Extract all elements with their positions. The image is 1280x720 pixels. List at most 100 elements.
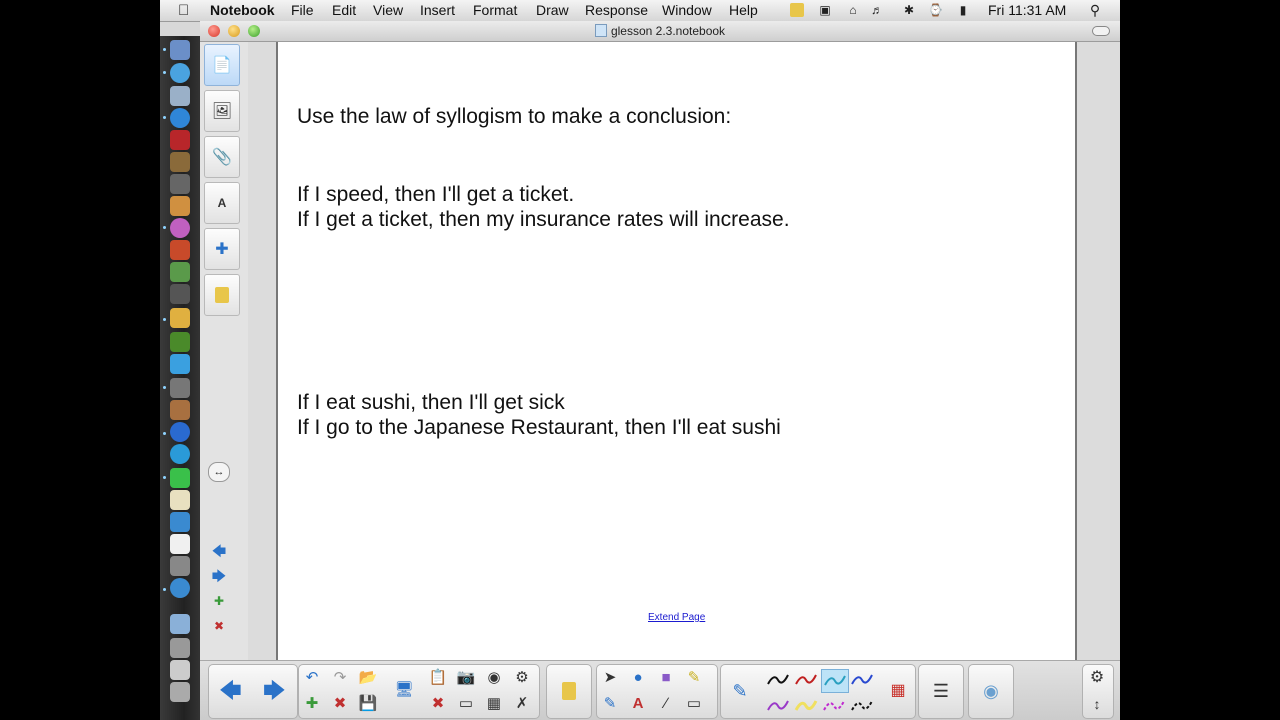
open-file-button[interactable]: 📂 (357, 667, 379, 689)
notebook-page[interactable]: Use the law of syllogism to make a concl… (276, 42, 1077, 660)
iphoto-icon[interactable] (170, 308, 190, 328)
delete-page-button[interactable]: ✖ (329, 693, 351, 715)
redo-button[interactable]: ↷ (329, 667, 351, 689)
activity-icon[interactable] (170, 378, 190, 398)
color-palette-button[interactable]: ▦ (887, 680, 909, 702)
menu-window[interactable]: Window (662, 2, 712, 18)
undo-button[interactable]: ↶ (301, 667, 323, 689)
menu-response[interactable]: Response (585, 2, 648, 18)
volume-icon[interactable]: ♬ (870, 3, 884, 17)
response-button[interactable] (558, 680, 580, 702)
pen-tool-button[interactable]: ✎ (729, 680, 751, 702)
calculator-icon[interactable] (170, 240, 190, 260)
tab-attachments[interactable]: 📎 (204, 136, 240, 178)
utility-icon[interactable] (170, 400, 190, 420)
next-page-icon[interactable]: 🡆 (210, 569, 228, 583)
magic-pen-button[interactable]: ✎ (599, 693, 621, 715)
battery-icon[interactable]: ▮ (956, 3, 970, 17)
safari-icon[interactable] (170, 63, 190, 83)
pen-black-button[interactable] (765, 669, 791, 691)
menu-app-name[interactable]: Notebook (210, 2, 275, 18)
highlighter-tool-button[interactable]: ✎ (683, 667, 705, 689)
apple-icon[interactable]:  (178, 2, 189, 19)
screen-shade-button[interactable]: 🖥 (393, 679, 415, 701)
add-page-button[interactable]: ✚ (301, 693, 323, 715)
skype-icon[interactable] (170, 468, 190, 488)
wifi-icon[interactable]: ⌚ (928, 3, 943, 17)
next-page-button[interactable]: 🡆 (263, 680, 286, 702)
app-icon-blue[interactable] (170, 354, 190, 374)
globe-icon[interactable] (170, 578, 190, 598)
document-icon[interactable] (170, 534, 190, 554)
pen-blue-button[interactable] (849, 669, 875, 691)
imovie-icon[interactable] (170, 174, 190, 194)
word-icon[interactable] (170, 512, 190, 532)
tab-page-sorter[interactable]: 📄 (204, 44, 240, 86)
menu-insert[interactable]: Insert (420, 2, 455, 18)
screen-capture-button[interactable]: 📷 (455, 667, 477, 689)
finder-icon[interactable] (170, 40, 190, 60)
trash-icon[interactable] (170, 682, 190, 702)
insert-table-button[interactable]: ▦ (483, 693, 505, 715)
delete-button[interactable]: ✖ (427, 693, 449, 715)
photos-icon[interactable] (170, 152, 190, 172)
line-style-button[interactable]: ☰ (930, 680, 952, 702)
mail-icon[interactable] (170, 86, 190, 106)
move-toolbar-button[interactable]: ↕ (1086, 693, 1108, 715)
pen-black-dashed-button[interactable] (849, 695, 875, 717)
save-button[interactable]: 💾 (357, 693, 379, 715)
textedit-icon[interactable] (170, 490, 190, 510)
extend-page-link[interactable]: Extend Page (648, 612, 705, 623)
document-camera-button[interactable]: ◉ (483, 667, 505, 689)
pen-cyan-button[interactable] (821, 669, 849, 693)
disc-icon[interactable] (170, 444, 190, 464)
tab-addons[interactable]: ✚ (204, 228, 240, 270)
menu-view[interactable]: View (373, 2, 403, 18)
folder-icon[interactable] (170, 614, 190, 634)
menu-draw[interactable]: Draw (536, 2, 569, 18)
pen-red-button[interactable] (793, 669, 819, 691)
smart-notebook-icon[interactable] (170, 218, 190, 238)
response-tray-icon[interactable] (790, 3, 804, 17)
fill-effect-button[interactable]: ◉ (980, 680, 1002, 702)
clear-ink-button[interactable]: ✗ (511, 693, 533, 715)
bluetooth-icon[interactable]: ✱ (902, 3, 916, 17)
screen-tray-icon[interactable]: ▣ (818, 3, 832, 17)
move-sidebar-button[interactable]: ↔ (208, 462, 230, 482)
paste-button[interactable]: 📋 (427, 667, 449, 689)
eraser-tool-button[interactable]: ■ (655, 667, 677, 689)
toolbar-toggle-button[interactable] (1092, 26, 1110, 36)
page-text-statement-4[interactable]: If I go to the Japanese Restaurant, then… (297, 416, 781, 440)
page-text-statement-2[interactable]: If I get a ticket, then my insurance rat… (297, 208, 790, 232)
shapes-tool-button[interactable]: ● (627, 667, 649, 689)
dreamweaver-icon[interactable] (170, 332, 190, 352)
menu-clock[interactable]: Fri 11:31 AM (988, 2, 1066, 18)
delete-page-icon[interactable]: ✖ (210, 619, 228, 633)
tab-gallery[interactable]: 🖼 (204, 90, 240, 132)
tab-response[interactable] (204, 274, 240, 316)
full-screen-button[interactable]: ▭ (455, 693, 477, 715)
page-text-statement-3[interactable]: If I eat sushi, then I'll get sick (297, 391, 565, 415)
text-tool-button[interactable]: A (627, 693, 649, 715)
spotlight-search-icon[interactable]: ⚲ (1088, 3, 1102, 17)
garageband-icon[interactable] (170, 196, 190, 216)
pen-magenta-dashed-button[interactable] (821, 695, 847, 717)
page-text-heading[interactable]: Use the law of syllogism to make a concl… (297, 105, 731, 129)
box-icon[interactable] (170, 556, 190, 576)
line-tool-button[interactable]: ∕ (655, 693, 677, 715)
table-tool-button[interactable]: ⚙ (511, 667, 533, 689)
page-text-statement-1[interactable]: If I speed, then I'll get a ticket. (297, 183, 574, 207)
itunes-icon[interactable] (170, 108, 190, 128)
pen-purple-button[interactable] (765, 695, 791, 717)
calendar-icon[interactable] (170, 130, 190, 150)
browser-icon[interactable] (170, 422, 190, 442)
menu-format[interactable]: Format (473, 2, 517, 18)
previous-page-button[interactable]: 🡄 (219, 680, 242, 702)
menu-file[interactable]: File (291, 2, 314, 18)
preview-icon[interactable] (170, 262, 190, 282)
add-page-icon[interactable]: ✚ (210, 594, 228, 608)
system-preferences-icon[interactable] (170, 284, 190, 304)
gear-icon[interactable]: ⚙ (1086, 667, 1108, 689)
previous-page-icon[interactable]: 🡄 (210, 544, 228, 558)
select-tool-button[interactable]: ➤ (599, 667, 621, 689)
